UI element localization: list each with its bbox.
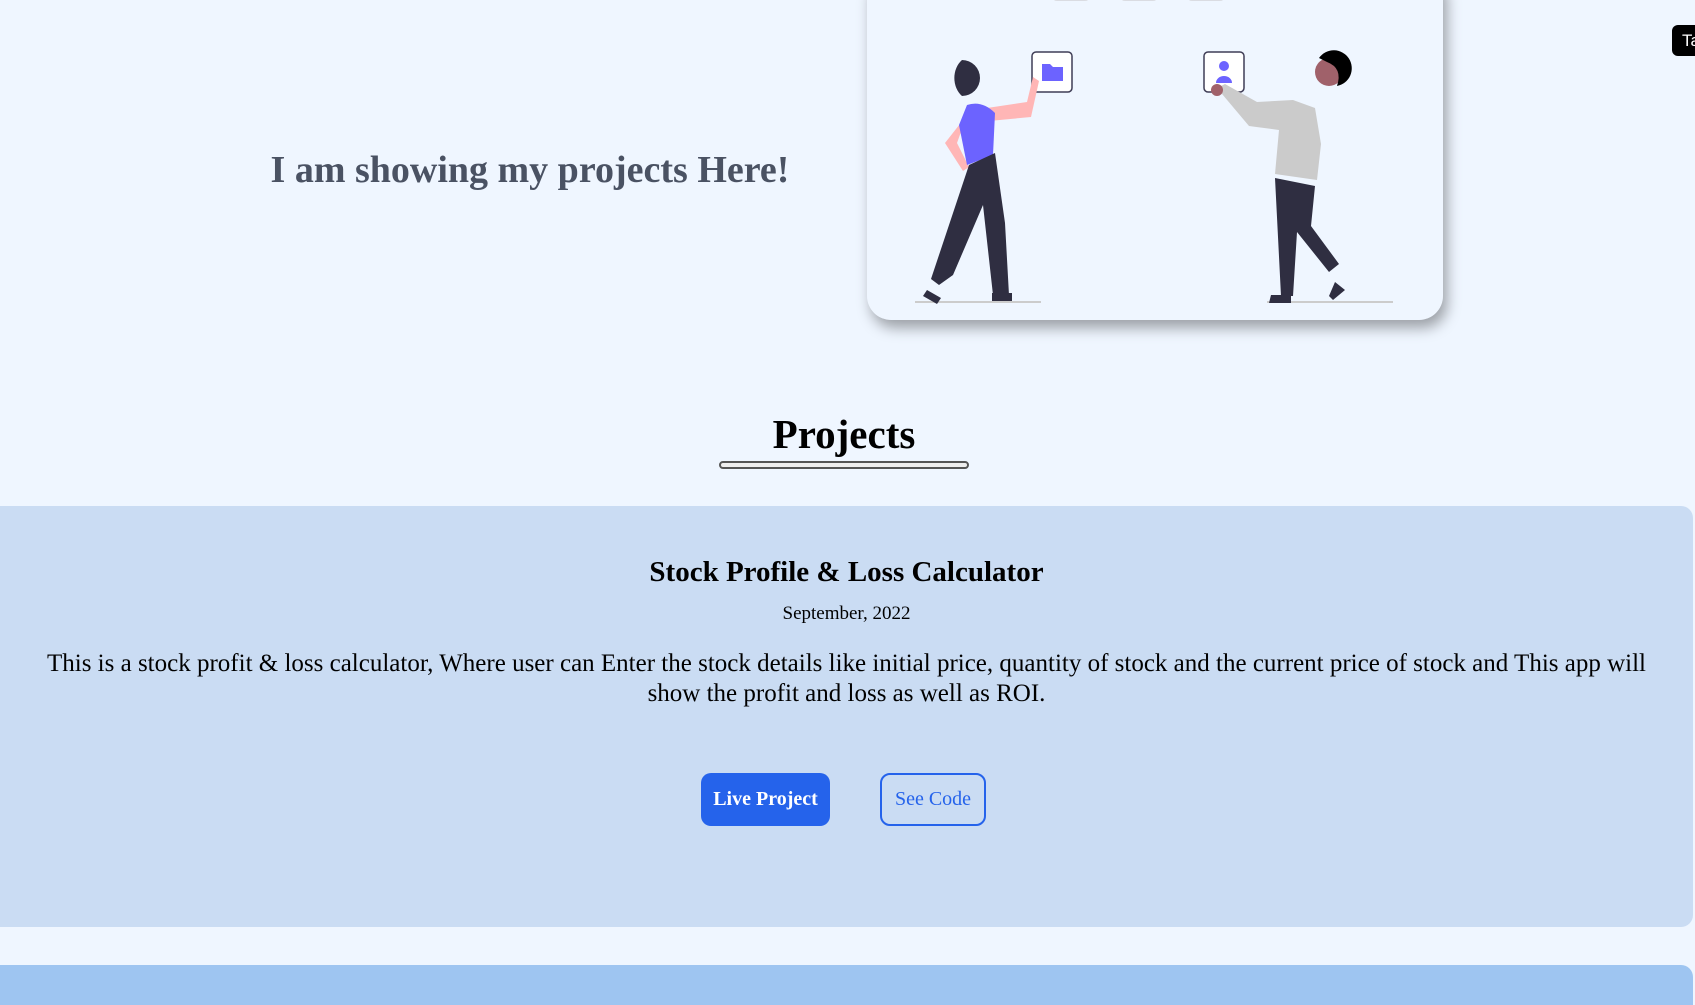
next-project-card	[0, 965, 1693, 1005]
hero-illustration	[867, 0, 1443, 320]
section-title-underline	[719, 461, 969, 469]
see-code-button[interactable]: See Code	[880, 773, 986, 826]
hero-heading: I am showing my projects Here!	[270, 149, 790, 191]
project-date: September, 2022	[782, 603, 911, 624]
project-description: This is a stock profit & loss calculator…	[46, 650, 1646, 707]
projects-section-title: Projects	[772, 411, 916, 457]
folder-icon	[1031, 51, 1073, 93]
project-title: Stock Profile & Loss Calculator	[649, 556, 1044, 588]
live-project-button[interactable]: Live Project	[701, 773, 830, 826]
project-card: Stock Profile & Loss Calculator Septembe…	[0, 506, 1693, 927]
floating-tooltip: Ta	[1672, 25, 1695, 56]
